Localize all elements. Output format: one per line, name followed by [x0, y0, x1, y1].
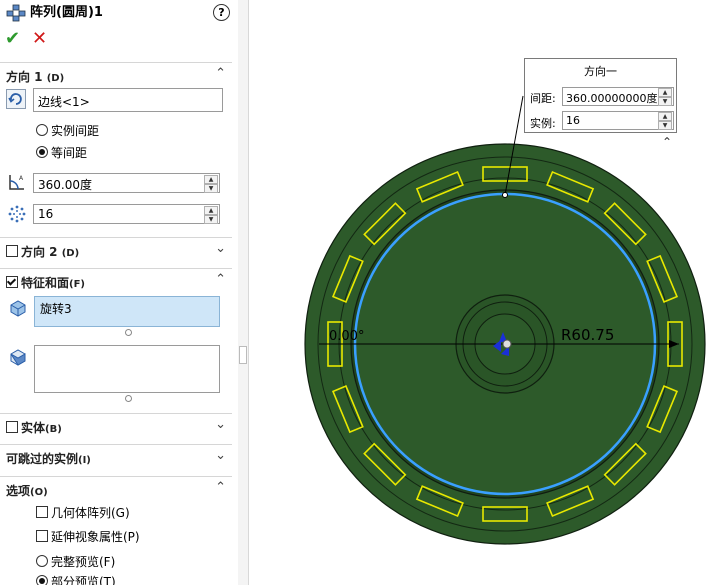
- section-features-faces[interactable]: 特征和面(F) ⌃: [0, 268, 232, 293]
- geometry-pattern-checkbox[interactable]: [36, 506, 48, 518]
- bodies-checkbox[interactable]: [6, 421, 18, 433]
- features-key: (F): [69, 279, 85, 290]
- direction-1-key: (D): [46, 73, 65, 84]
- callout-header: 方向一: [584, 65, 617, 78]
- callout-instances-field[interactable]: 16 ▲ ▼: [562, 111, 674, 130]
- radio-equal-spacing[interactable]: 等间距: [36, 144, 87, 161]
- section-options[interactable]: 选项(O) ⌃: [0, 476, 232, 501]
- callout-instances-spinner[interactable]: ▲ ▼: [658, 112, 672, 130]
- radio-equal-spacing-label: 等间距: [51, 146, 88, 160]
- property-manager: 阵列(圆周)1 ? ✔ ✕ 方向 1 (D) ⌃ 边线<1> 实例间距 等间距 …: [0, 0, 239, 585]
- bodies-label: 实体: [21, 421, 46, 435]
- graphics-area[interactable]: 0.00° R60.75 方向一 间距: 360.00000000度 ▲ ▼ 实例…: [249, 0, 722, 585]
- direction-2-key: (D): [61, 248, 80, 259]
- instances-icon: [8, 205, 26, 223]
- cancel-button[interactable]: ✕: [32, 28, 47, 50]
- features-list-item[interactable]: 旋转3: [40, 300, 72, 317]
- angle-field[interactable]: 360.00度 ▲ ▼: [33, 173, 220, 193]
- options-key: (O): [30, 487, 48, 498]
- features-label: 特征和面: [21, 276, 70, 290]
- spin-down-icon[interactable]: ▼: [204, 184, 218, 193]
- callout-spacing-label: 间距:: [530, 92, 556, 105]
- dimension-radius-label[interactable]: R60.75: [561, 326, 614, 344]
- callout-spacing-spinner[interactable]: ▲ ▼: [658, 88, 672, 106]
- help-icon[interactable]: ?: [213, 4, 230, 21]
- radio-dot[interactable]: [36, 124, 48, 136]
- direction-callout: 方向一 间距: 360.00000000度 ▲ ▼ 实例: 16 ▲ ▼: [524, 58, 677, 133]
- faces-list[interactable]: [34, 345, 220, 393]
- direction-2-label: 方向 2: [21, 245, 58, 259]
- dimension-angle-label[interactable]: 0.00°: [329, 329, 364, 344]
- reverse-direction-icon[interactable]: [6, 89, 26, 109]
- skip-key: (I): [78, 455, 91, 466]
- leader-anchor: [502, 192, 508, 198]
- radio-partial-preview[interactable]: 部分预览(T): [36, 573, 116, 585]
- radio-dot[interactable]: [36, 555, 48, 567]
- direction-1-label: 方向 1: [6, 70, 43, 84]
- spin-up-icon[interactable]: ▲: [204, 206, 218, 215]
- chevron-down-icon[interactable]: ⌄: [215, 417, 226, 432]
- chevron-up-icon[interactable]: ⌃: [215, 272, 226, 287]
- feature-title: 阵列(圆周)1: [30, 5, 103, 20]
- full-preview-label: 完整预览(F): [51, 555, 116, 569]
- spin-up-icon[interactable]: ▲: [204, 175, 218, 184]
- list-resize-handle[interactable]: [125, 329, 132, 336]
- edge-selection-field[interactable]: 边线<1>: [33, 88, 223, 112]
- features-list[interactable]: 旋转3: [34, 296, 220, 327]
- skip-label: 可跳过的实例: [6, 452, 79, 466]
- spin-up-icon[interactable]: ▲: [658, 88, 672, 97]
- propagate-label: 延伸视象属性(P): [51, 530, 140, 544]
- spin-down-icon[interactable]: ▼: [658, 97, 672, 106]
- section-bodies[interactable]: 实体(B) ⌄: [0, 413, 232, 438]
- title-row: 阵列(圆周)1 ?: [6, 4, 232, 22]
- geometry-pattern-label: 几何体阵列(G): [51, 506, 130, 520]
- callout-collapse-icon[interactable]: ⌃: [662, 135, 672, 149]
- section-skip-instances[interactable]: 可跳过的实例(I) ⌄: [0, 444, 232, 469]
- options-label: 选项: [6, 484, 31, 498]
- callout-spacing-field[interactable]: 360.00000000度 ▲ ▼: [562, 87, 674, 106]
- angle-icon: A: [9, 175, 24, 190]
- chevron-up-icon[interactable]: ⌃: [215, 480, 226, 495]
- list-resize-handle[interactable]: [125, 395, 132, 402]
- chevron-up-icon[interactable]: ⌃: [215, 66, 226, 81]
- radio-full-preview[interactable]: 完整预览(F): [36, 553, 115, 570]
- features-icon: [10, 300, 26, 317]
- radio-dot[interactable]: [36, 575, 48, 585]
- bodies-key: (B): [45, 424, 62, 435]
- radio-instance-spacing[interactable]: 实例间距: [36, 122, 99, 139]
- spin-up-icon[interactable]: ▲: [658, 112, 672, 121]
- svg-text:A: A: [19, 175, 24, 182]
- callout-instances-label: 实例:: [530, 117, 556, 130]
- splitter-grip[interactable]: [239, 346, 247, 364]
- propagate-checkbox[interactable]: [36, 530, 48, 542]
- partial-preview-label: 部分预览(T): [51, 575, 116, 585]
- ok-button[interactable]: ✔: [5, 28, 20, 50]
- center-point: [502, 339, 512, 349]
- faces-icon: [10, 349, 26, 366]
- radio-dot[interactable]: [36, 146, 48, 158]
- angle-value: 360.00度: [38, 178, 92, 192]
- radio-instance-spacing-label: 实例间距: [51, 124, 100, 138]
- features-checkbox[interactable]: [6, 276, 18, 288]
- circular-pattern-icon: [6, 4, 26, 22]
- angle-spinner[interactable]: ▲ ▼: [204, 175, 218, 193]
- direction-2-checkbox[interactable]: [6, 245, 18, 257]
- section-direction-1[interactable]: 方向 1 (D) ⌃: [0, 62, 232, 87]
- option-geometry-pattern[interactable]: 几何体阵列(G): [36, 504, 130, 521]
- chevron-down-icon[interactable]: ⌄: [215, 241, 226, 256]
- callout-spacing-value: 360.00000000度: [566, 92, 658, 105]
- spin-down-icon[interactable]: ▼: [204, 215, 218, 224]
- instances-spinner[interactable]: ▲ ▼: [204, 206, 218, 224]
- chevron-down-icon[interactable]: ⌄: [215, 448, 226, 463]
- section-direction-2[interactable]: 方向 2 (D) ⌄: [0, 237, 232, 262]
- spin-down-icon[interactable]: ▼: [658, 121, 672, 130]
- edge-selection-value: 边线<1>: [38, 95, 90, 109]
- option-propagate-visual[interactable]: 延伸视象属性(P): [36, 528, 140, 545]
- panel-splitter[interactable]: [238, 0, 249, 585]
- callout-instances-value: 16: [566, 114, 580, 127]
- instances-value: 16: [38, 207, 54, 221]
- instances-field[interactable]: 16 ▲ ▼: [33, 204, 220, 224]
